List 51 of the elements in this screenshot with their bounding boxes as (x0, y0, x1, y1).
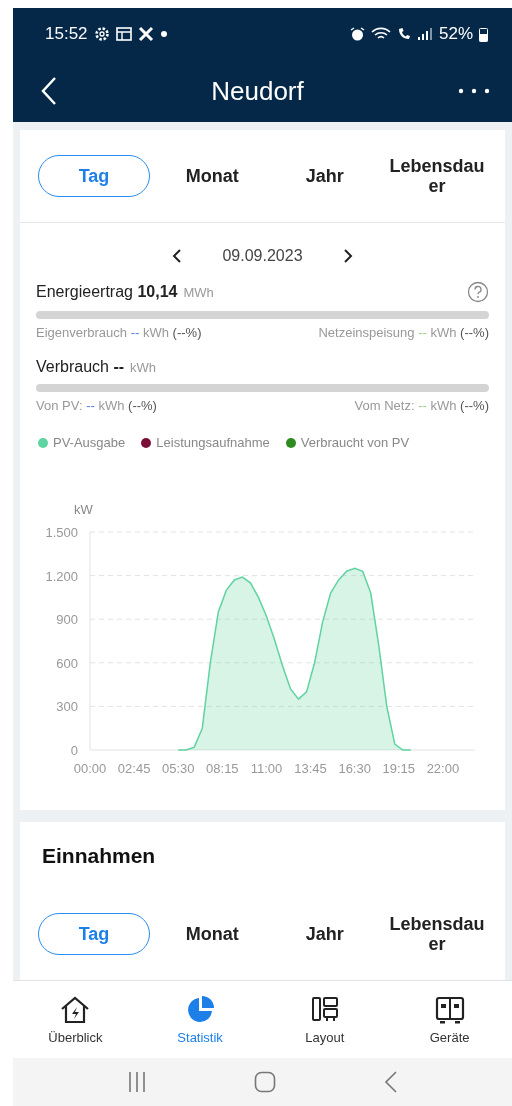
axis-label: 300 (56, 699, 78, 715)
period-tab[interactable]: Tag (38, 155, 150, 197)
nav-tab[interactable]: Geräte (399, 992, 500, 1046)
nav-tab[interactable]: Statistik (150, 992, 251, 1046)
axis-label: 1.200 (45, 568, 78, 584)
date-label: 09.09.2023 (222, 247, 303, 265)
more-icon[interactable] (458, 88, 490, 94)
axis-label: 13:45 (294, 761, 327, 776)
signal-icon (416, 27, 433, 41)
axis-label: 00:00 (73, 761, 107, 776)
axis-label: 02:45 (117, 761, 151, 776)
nav-tab[interactable]: Überblick (25, 992, 126, 1046)
alarm-icon (349, 26, 365, 42)
help-icon[interactable] (467, 281, 489, 303)
previous-icon[interactable] (172, 248, 183, 264)
axis-label: 0 (70, 743, 78, 758)
home-icon[interactable] (254, 1070, 277, 1093)
metric-label: Energieertrag 10,14 MWh (36, 283, 214, 301)
legend-item: Verbraucht von PV (285, 435, 410, 450)
metric-label: Verbrauch -- kWh (36, 358, 157, 376)
calendar-icon (115, 27, 132, 41)
next-icon[interactable] (342, 248, 353, 264)
metric-detail: Vom Netz: -- kWh (--%) (354, 398, 489, 413)
legend-item: PV-Ausgabe (38, 435, 126, 450)
dot-icon (159, 30, 168, 38)
nav-tab[interactable]: Layout (274, 992, 375, 1046)
axis-label: 16:30 (338, 761, 371, 776)
axis-label: 1.500 (45, 525, 78, 540)
call-icon (396, 27, 411, 41)
axis-label: 19:15 (382, 761, 416, 776)
metric-detail: Eigenverbrauch -- kWh (--%) (36, 325, 202, 340)
legend-item: Leistungsaufnahme (141, 435, 270, 450)
battery-icon (479, 26, 488, 42)
status-time: 15:52 (45, 24, 88, 44)
axis-label: 600 (56, 655, 78, 671)
period-tab[interactable]: Tag (38, 913, 150, 955)
wifi-icon (370, 26, 391, 42)
axis-label: 900 (56, 612, 78, 628)
battery-level: 52% (438, 24, 473, 44)
recent-apps-icon[interactable] (126, 1070, 147, 1093)
back-icon[interactable] (41, 76, 57, 106)
page-title: Neudorf (211, 75, 304, 107)
axis-label: 08:15 (206, 761, 239, 776)
axis-label: 05:30 (161, 761, 195, 776)
metric-detail: Netzeinspeisung -- kWh (--%) (318, 325, 489, 340)
axis-unit: kW (74, 502, 93, 517)
section-title: Einnahmen (41, 843, 157, 869)
metric-detail: Von PV: -- kWh (--%) (36, 398, 157, 413)
gear-icon (93, 26, 110, 42)
axis-label: 22:00 (426, 761, 460, 776)
axis-label: 11:00 (250, 761, 283, 776)
